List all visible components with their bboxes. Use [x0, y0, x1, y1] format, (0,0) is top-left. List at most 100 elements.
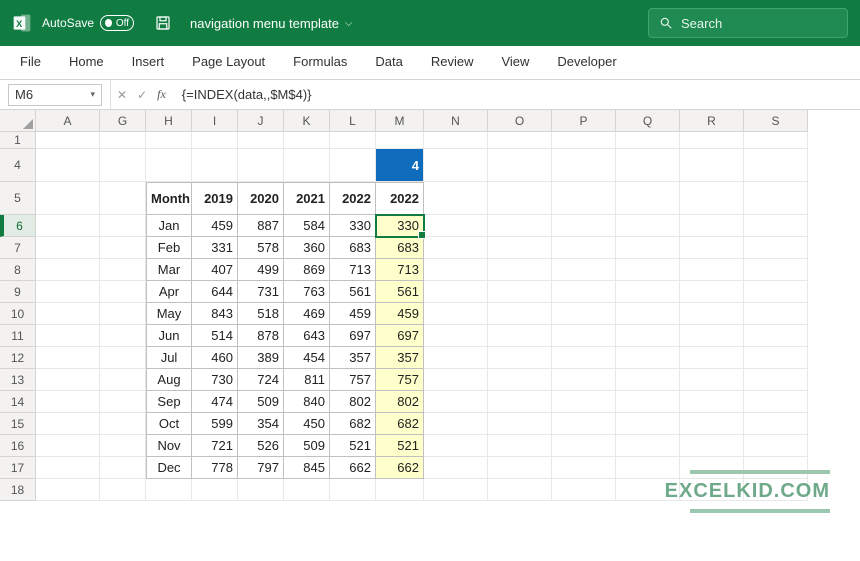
cell[interactable]: 2022 — [330, 182, 376, 215]
cell[interactable]: 521 — [330, 435, 376, 457]
cell[interactable] — [424, 215, 488, 237]
cell[interactable] — [744, 369, 808, 391]
cell[interactable]: 357 — [376, 347, 424, 369]
cell[interactable] — [488, 303, 552, 325]
cell[interactable]: 331 — [192, 237, 238, 259]
cell[interactable] — [192, 149, 238, 182]
cell[interactable]: May — [146, 303, 192, 325]
cell[interactable] — [100, 435, 146, 457]
cell[interactable] — [744, 391, 808, 413]
cell[interactable] — [488, 391, 552, 413]
cell[interactable] — [744, 281, 808, 303]
cell[interactable] — [36, 281, 100, 303]
cell[interactable]: 644 — [192, 281, 238, 303]
col-header-H[interactable]: H — [146, 110, 192, 132]
enter-icon[interactable]: ✓ — [137, 88, 147, 102]
cell[interactable] — [100, 149, 146, 182]
cell[interactable]: 459 — [192, 215, 238, 237]
cell[interactable] — [284, 479, 330, 501]
cell[interactable] — [424, 347, 488, 369]
cell[interactable]: 757 — [376, 369, 424, 391]
cell[interactable] — [616, 369, 680, 391]
cell[interactable] — [36, 369, 100, 391]
cell[interactable] — [424, 457, 488, 479]
cell[interactable] — [424, 149, 488, 182]
cell[interactable] — [424, 237, 488, 259]
col-header-R[interactable]: R — [680, 110, 744, 132]
row-header-9[interactable]: 9 — [0, 281, 36, 303]
cell[interactable] — [100, 237, 146, 259]
cell[interactable] — [424, 325, 488, 347]
cell[interactable]: 521 — [376, 435, 424, 457]
cell[interactable]: Oct — [146, 413, 192, 435]
cell[interactable] — [424, 413, 488, 435]
cell[interactable]: 354 — [238, 413, 284, 435]
cell[interactable]: 721 — [192, 435, 238, 457]
cell[interactable] — [552, 479, 616, 501]
cell[interactable]: 459 — [376, 303, 424, 325]
row-header-18[interactable]: 18 — [0, 479, 36, 501]
cell[interactable] — [330, 132, 376, 149]
cell[interactable] — [680, 281, 744, 303]
cell[interactable] — [488, 237, 552, 259]
row-header-17[interactable]: 17 — [0, 457, 36, 479]
cell[interactable] — [488, 325, 552, 347]
tab-insert[interactable]: Insert — [120, 48, 177, 77]
cell[interactable]: Mar — [146, 259, 192, 281]
cell[interactable]: 561 — [376, 281, 424, 303]
cell[interactable]: Sep — [146, 391, 192, 413]
cell[interactable] — [36, 182, 100, 215]
cell[interactable] — [376, 132, 424, 149]
cell[interactable] — [238, 479, 284, 501]
cell[interactable]: 802 — [376, 391, 424, 413]
cell[interactable] — [744, 149, 808, 182]
cell[interactable] — [552, 435, 616, 457]
cell[interactable] — [284, 132, 330, 149]
cell[interactable]: 360 — [284, 237, 330, 259]
cell[interactable]: Feb — [146, 237, 192, 259]
cell[interactable] — [552, 347, 616, 369]
cell[interactable] — [238, 132, 284, 149]
cell[interactable]: 811 — [284, 369, 330, 391]
cell[interactable]: 2022 — [376, 182, 424, 215]
cell[interactable] — [680, 457, 744, 479]
cell[interactable]: 878 — [238, 325, 284, 347]
cell[interactable] — [744, 237, 808, 259]
cell[interactable]: 2020 — [238, 182, 284, 215]
cell[interactable]: 499 — [238, 259, 284, 281]
search-box[interactable]: Search — [648, 8, 848, 38]
cell[interactable]: Apr — [146, 281, 192, 303]
cell[interactable]: 778 — [192, 457, 238, 479]
cell[interactable] — [192, 479, 238, 501]
cell[interactable]: 357 — [330, 347, 376, 369]
row-header-5[interactable]: 5 — [0, 182, 36, 215]
cell[interactable] — [488, 369, 552, 391]
cell[interactable]: Jul — [146, 347, 192, 369]
tab-file[interactable]: File — [8, 48, 53, 77]
cell[interactable]: 509 — [284, 435, 330, 457]
cell[interactable] — [100, 303, 146, 325]
cell[interactable] — [488, 149, 552, 182]
fx-icon[interactable]: fx — [157, 87, 166, 102]
cell[interactable] — [100, 325, 146, 347]
cell[interactable] — [330, 149, 376, 182]
cell[interactable] — [744, 457, 808, 479]
cell[interactable] — [36, 391, 100, 413]
autosave-toggle[interactable]: AutoSave Off — [42, 15, 134, 31]
cell[interactable]: 474 — [192, 391, 238, 413]
cell[interactable] — [616, 435, 680, 457]
cell[interactable] — [36, 435, 100, 457]
cell[interactable] — [100, 132, 146, 149]
tab-developer[interactable]: Developer — [545, 48, 628, 77]
cell[interactable] — [238, 149, 284, 182]
cell[interactable] — [36, 303, 100, 325]
cell[interactable] — [552, 132, 616, 149]
row-header-7[interactable]: 7 — [0, 237, 36, 259]
cell[interactable] — [744, 413, 808, 435]
cell[interactable] — [36, 259, 100, 281]
row-header-15[interactable]: 15 — [0, 413, 36, 435]
cell[interactable]: 682 — [376, 413, 424, 435]
cell[interactable] — [552, 182, 616, 215]
cell[interactable] — [680, 391, 744, 413]
cell[interactable]: Jan — [146, 215, 192, 237]
